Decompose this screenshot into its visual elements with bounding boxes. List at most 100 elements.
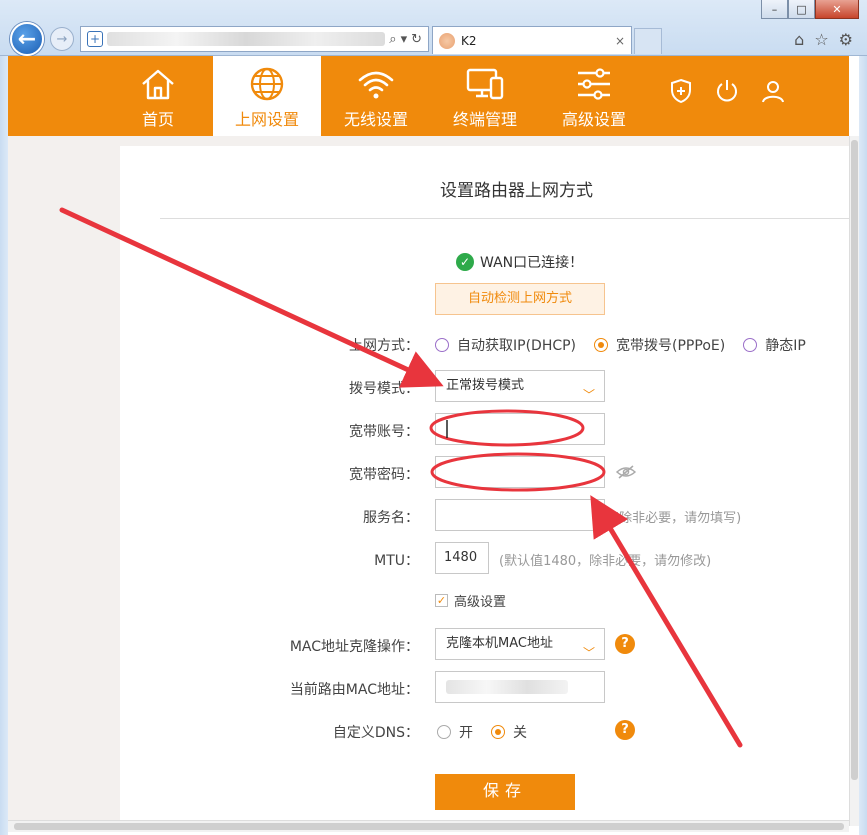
- dns-radio-group: 开 关: [437, 722, 545, 742]
- service-input[interactable]: [435, 499, 605, 531]
- mode-label: 上网方式：: [349, 338, 419, 354]
- mac-clone-label: MAC地址克隆操作：: [289, 639, 419, 655]
- sliders-icon: [578, 68, 610, 100]
- nav-item-wireless[interactable]: 无线设置: [322, 56, 430, 136]
- globe-icon: [250, 67, 284, 101]
- advanced-checkbox[interactable]: ✓ 高级设置: [435, 591, 506, 610]
- dial-mode-select[interactable]: 正常拨号模式 ﹀: [435, 370, 605, 402]
- nav-item-home[interactable]: 首页: [104, 56, 212, 136]
- nav-item-devices[interactable]: 终端管理: [431, 56, 539, 136]
- window-controls: – □ ✕: [761, 0, 859, 19]
- mtu-input[interactable]: 1480: [435, 542, 489, 574]
- mac-clone-select[interactable]: 克隆本机MAC地址 ﹀: [435, 628, 605, 660]
- password-input[interactable]: [435, 456, 605, 488]
- router-nav: 首页 上网设置 无线设置 终端管理 高级设置: [8, 56, 849, 136]
- nav-label: 高级设置: [561, 110, 626, 129]
- nav-item-advanced[interactable]: 高级设置: [540, 56, 648, 136]
- favorites-star-icon[interactable]: ☆: [814, 30, 828, 49]
- new-tab-button[interactable]: [634, 28, 662, 54]
- radio-dot-selected: [594, 338, 609, 352]
- radio-label: 自动获取IP(DHCP): [457, 338, 577, 354]
- advanced-label: 高级设置: [454, 595, 507, 610]
- radio-label: 关: [513, 725, 527, 741]
- forward-button[interactable]: →: [50, 27, 74, 51]
- nav-label: 上网设置: [234, 110, 299, 129]
- radio-label: 开: [459, 725, 473, 741]
- wan-status-text: WAN口已连接！: [480, 255, 584, 271]
- chevron-down-icon: ﹀: [582, 646, 595, 660]
- radio-label: 静态IP: [765, 338, 806, 354]
- scroll-thumb[interactable]: [14, 823, 844, 830]
- page-title: 设置路由器上网方式: [440, 181, 593, 201]
- minimize-button[interactable]: –: [761, 0, 788, 19]
- power-icon[interactable]: [714, 78, 740, 104]
- radio-dot-selected: [491, 725, 505, 739]
- mode-option-static[interactable]: 静态IP: [743, 335, 806, 355]
- radio-dot: [437, 725, 451, 739]
- service-hint: (除非必要，请勿填写): [614, 511, 742, 526]
- check-circle-icon: ✓: [456, 253, 474, 271]
- radio-label: 宽带拨号(PPPoE): [616, 338, 726, 354]
- dns-option-off[interactable]: 关: [491, 722, 527, 742]
- browser-tab[interactable]: K2 ×: [432, 26, 632, 54]
- auto-detect-button[interactable]: 自动检测上网方式: [435, 283, 605, 315]
- devices-icon: [466, 68, 504, 100]
- wan-status: ✓ WAN口已连接！: [456, 252, 583, 272]
- mtu-hint: (默认值1480，除非必要，请勿修改): [499, 554, 712, 569]
- tab-close-icon[interactable]: ×: [615, 34, 625, 48]
- dns-label: 自定义DNS：: [332, 725, 419, 741]
- current-mac-field: [435, 671, 605, 703]
- chevron-down-icon: ﹀: [582, 388, 595, 402]
- address-blurred: [107, 32, 386, 46]
- search-icon[interactable]: ⌕: [389, 32, 396, 47]
- mac-clone-value: 克隆本机MAC地址: [446, 636, 553, 651]
- dns-option-on[interactable]: 开: [437, 722, 473, 742]
- nav-label: 首页: [141, 110, 174, 129]
- help-icon[interactable]: ?: [615, 720, 635, 740]
- arrow-left-icon: ←: [17, 26, 37, 52]
- home-icon: [142, 69, 174, 100]
- mode-radio-group: 自动获取IP(DHCP) 宽带拨号(PPPoE) 静态IP: [435, 335, 824, 355]
- maximize-button[interactable]: □: [788, 0, 815, 19]
- settings-gear-icon[interactable]: ⚙: [839, 30, 853, 49]
- close-window-button[interactable]: ✕: [815, 0, 859, 19]
- radio-dot: [743, 338, 758, 352]
- title-divider: [160, 218, 849, 219]
- wifi-icon: [358, 71, 394, 99]
- account-input[interactable]: [435, 413, 605, 445]
- window-frame-left: [0, 56, 8, 835]
- home-browser-icon[interactable]: ⌂: [794, 30, 804, 49]
- radio-dot: [435, 338, 449, 352]
- browser-toolbar-right: ⌂ ☆ ⚙: [794, 30, 853, 49]
- mtu-label: MTU：: [374, 553, 419, 569]
- back-button[interactable]: ←: [10, 22, 44, 56]
- security-shield-icon: +: [87, 31, 103, 47]
- checkbox-check-icon: ✓: [435, 594, 448, 607]
- mode-option-dhcp[interactable]: 自动获取IP(DHCP): [435, 335, 576, 355]
- save-button[interactable]: 保存: [435, 774, 575, 810]
- horizontal-scrollbar[interactable]: [8, 820, 849, 832]
- favicon-icon: [439, 32, 455, 49]
- eye-hidden-icon[interactable]: [615, 464, 637, 480]
- dropdown-icon[interactable]: ▾: [401, 32, 408, 47]
- scroll-thumb[interactable]: [851, 140, 858, 780]
- mode-option-pppoe[interactable]: 宽带拨号(PPPoE): [594, 335, 725, 355]
- user-icon[interactable]: [760, 78, 786, 104]
- mac-address-blurred: [446, 680, 568, 694]
- nav-item-internet[interactable]: 上网设置: [213, 56, 321, 136]
- shield-plus-icon[interactable]: [668, 78, 694, 104]
- arrow-right-icon: →: [56, 31, 68, 47]
- dial-mode-label: 拨号模式：: [349, 381, 419, 397]
- help-icon[interactable]: ?: [615, 634, 635, 654]
- browser-chrome: – □ ✕ ← → + ⌕ ▾ ↻ K2 × ⌂ ☆ ⚙: [0, 0, 867, 56]
- service-label: 服务名：: [363, 510, 419, 526]
- refresh-icon[interactable]: ↻: [411, 32, 422, 47]
- password-label: 宽带密码：: [349, 467, 419, 483]
- address-bar[interactable]: + ⌕ ▾ ↻: [80, 26, 429, 52]
- nav-label: 无线设置: [343, 110, 408, 129]
- tab-title: K2: [461, 33, 477, 48]
- nav-tools: [668, 78, 786, 104]
- window-frame-right: [859, 56, 867, 835]
- dial-mode-value: 正常拨号模式: [446, 378, 525, 393]
- vertical-scrollbar[interactable]: [849, 136, 859, 826]
